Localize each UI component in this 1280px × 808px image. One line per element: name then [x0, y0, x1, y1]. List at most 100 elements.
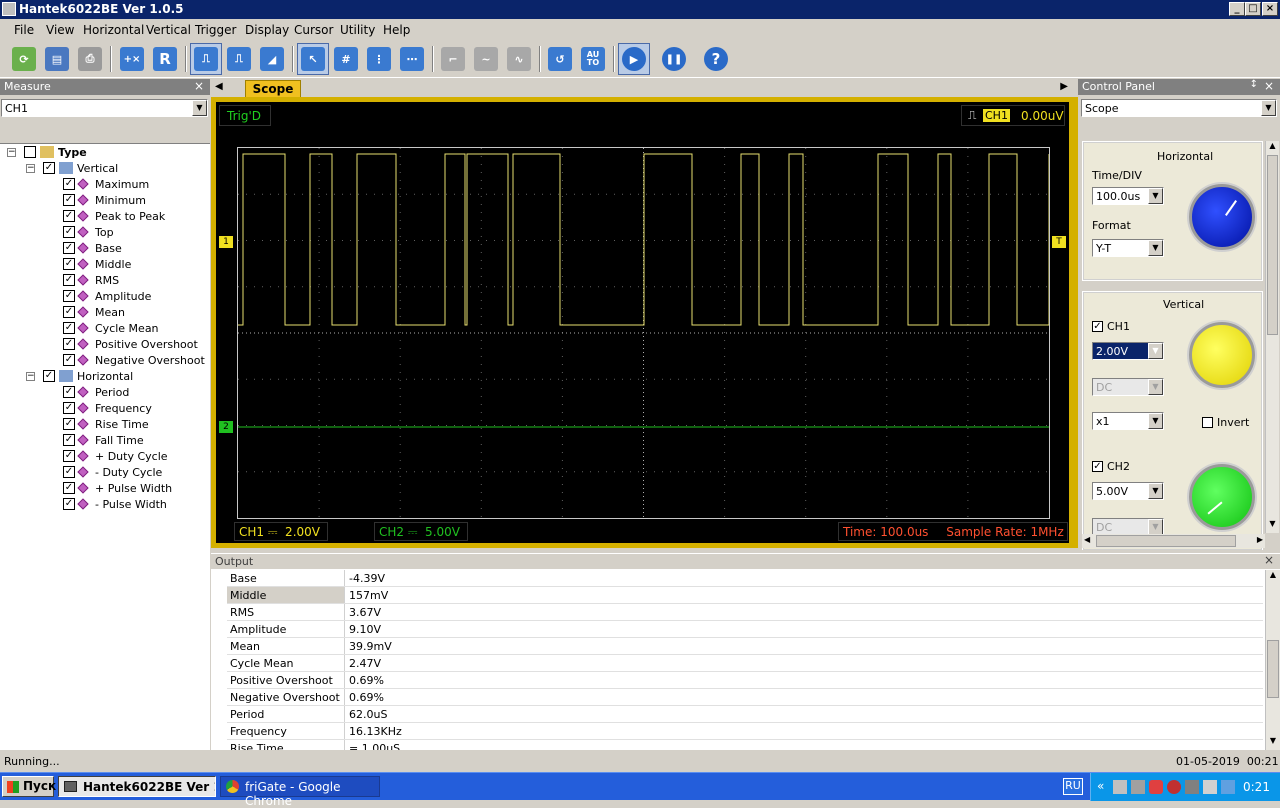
ch1-volt-select[interactable]: 2.00V ▼ [1092, 342, 1164, 360]
vertical-checkbox[interactable]: ✓ [43, 162, 55, 174]
tree-item[interactable]: ✓ Negative Overshoot [63, 352, 205, 368]
chevron-down-icon[interactable]: ▼ [1148, 519, 1163, 535]
volume-icon[interactable] [1131, 780, 1145, 794]
math-button[interactable]: +× [116, 43, 148, 75]
horizontal-cursor-button[interactable]: ⋯ [396, 43, 428, 75]
tree-item-checkbox[interactable]: ✓ [63, 450, 75, 462]
vertical-cursor-button[interactable]: ⋮ [363, 43, 395, 75]
stop-button[interactable]: ❚❚ [658, 43, 690, 75]
tree-item-checkbox[interactable]: ✓ [63, 386, 75, 398]
ch2-volt-knob[interactable] [1189, 464, 1255, 530]
trigger-level-marker[interactable]: T [1052, 236, 1066, 248]
task-hantek[interactable]: Hantek6022BE Ver 1.... [58, 776, 216, 797]
chevron-down-icon[interactable]: ▼ [192, 100, 207, 116]
cross-cursor-button[interactable]: # [330, 43, 362, 75]
control-close-icon[interactable]: × [1264, 79, 1274, 93]
pointer-button[interactable]: ↖ [297, 43, 329, 75]
ramp-button[interactable]: ◢ [256, 43, 288, 75]
tree-item[interactable]: ✓ - Duty Cycle [63, 464, 162, 480]
print-button[interactable]: ⎙ [74, 43, 106, 75]
tree-item-checkbox[interactable]: ✓ [63, 242, 75, 254]
tree-item-checkbox[interactable]: ✓ [63, 434, 75, 446]
sine-button[interactable]: ∿ [503, 43, 535, 75]
tray-app-icon[interactable] [1221, 780, 1235, 794]
tree-item-checkbox[interactable]: ✓ [63, 354, 75, 366]
language-indicator[interactable]: RU [1063, 778, 1083, 795]
chevron-down-icon[interactable]: ▼ [1261, 100, 1276, 116]
control-scrollbar-vertical[interactable]: ▲ ▼ [1265, 141, 1279, 533]
measure-channel-select[interactable]: CH1 ▼ [1, 99, 208, 117]
tree-item[interactable]: ✓ + Pulse Width [63, 480, 172, 496]
chevron-down-icon[interactable]: ▼ [1148, 240, 1163, 256]
auto-button[interactable]: AU TO [577, 43, 609, 75]
output-row[interactable]: Base -4.39V [227, 570, 1263, 587]
run-button[interactable]: ▶ [618, 43, 650, 75]
tree-item-checkbox[interactable]: ✓ [63, 194, 75, 206]
tree-item[interactable]: ✓ + Duty Cycle [63, 448, 168, 464]
tree-item-checkbox[interactable]: ✓ [63, 466, 75, 478]
scroll-down-icon[interactable]: ▼ [1266, 736, 1280, 750]
ch2-marker[interactable]: 2 [219, 421, 233, 433]
scroll-right-icon[interactable]: ▶ [1257, 535, 1263, 544]
output-row[interactable]: Period 62.0uS [227, 706, 1263, 723]
menu-vertical[interactable]: Vertical [146, 23, 191, 37]
tree-item[interactable]: ✓ RMS [63, 272, 119, 288]
output-row[interactable]: Frequency 16.13KHz [227, 723, 1263, 740]
tree-item[interactable]: ✓ Top [63, 224, 114, 240]
save-button[interactable]: ▤ [41, 43, 73, 75]
tree-item[interactable]: ✓ Period [63, 384, 129, 400]
step-button[interactable]: ⌐ [437, 43, 469, 75]
menu-cursor[interactable]: Cursor [294, 23, 333, 37]
scroll-thumb[interactable] [1267, 640, 1279, 698]
output-row[interactable]: RMS 3.67V [227, 604, 1263, 621]
antivirus-icon[interactable] [1167, 780, 1181, 794]
tree-item-checkbox[interactable]: ✓ [63, 482, 75, 494]
menu-trigger[interactable]: Trigger [195, 23, 236, 37]
tree-item-checkbox[interactable]: ✓ [63, 226, 75, 238]
output-row[interactable]: Positive Overshoot 0.69% [227, 672, 1263, 689]
chevron-down-icon[interactable]: ▼ [1148, 188, 1163, 204]
reset-button[interactable]: ↺ [544, 43, 576, 75]
horizontal-checkbox[interactable]: ✓ [43, 370, 55, 382]
usb-icon[interactable] [1185, 780, 1199, 794]
open-button[interactable]: ⟳ [8, 43, 40, 75]
tab-right-arrow-icon[interactable]: ▶ [1060, 81, 1068, 92]
tree-item[interactable]: ✓ Fall Time [63, 432, 144, 448]
menu-horizontal[interactable]: Horizontal [83, 23, 144, 37]
invert-option[interactable]: Invert [1202, 416, 1249, 429]
tree-item-checkbox[interactable]: ✓ [63, 178, 75, 190]
tree-item-checkbox[interactable]: ✓ [63, 306, 75, 318]
menu-display[interactable]: Display [245, 23, 289, 37]
reference-button[interactable]: R [149, 43, 181, 75]
menu-utility[interactable]: Utility [340, 23, 375, 37]
output-scrollbar[interactable]: ▲ ▼ [1265, 570, 1280, 750]
ch1-checkbox[interactable]: ✓ [1092, 321, 1103, 332]
scroll-down-icon[interactable]: ▼ [1266, 519, 1279, 533]
format-select[interactable]: Y-T ▼ [1092, 239, 1164, 257]
chevron-down-icon[interactable]: ▼ [1148, 483, 1163, 499]
wave-button[interactable]: ~ [470, 43, 502, 75]
monitor-icon[interactable] [1203, 780, 1217, 794]
tree-group-vertical[interactable]: − ✓ Vertical [26, 160, 118, 176]
pin-icon[interactable]: ↕ [1250, 79, 1258, 90]
square-wave-button[interactable]: ⎍ [190, 43, 222, 75]
ch1-volt-knob[interactable] [1189, 322, 1255, 388]
tree-item[interactable]: ✓ Cycle Mean [63, 320, 159, 336]
tree-item-checkbox[interactable]: ✓ [63, 322, 75, 334]
output-close-icon[interactable]: × [1264, 553, 1274, 567]
tree-item[interactable]: ✓ Amplitude [63, 288, 151, 304]
chevron-down-icon[interactable]: ▼ [1148, 343, 1163, 359]
tree-group-horizontal[interactable]: − ✓ Horizontal [26, 368, 133, 384]
tree-item[interactable]: ✓ Positive Overshoot [63, 336, 198, 352]
tree-item-checkbox[interactable]: ✓ [63, 418, 75, 430]
output-row[interactable]: Negative Overshoot 0.69% [227, 689, 1263, 706]
scroll-thumb[interactable] [1096, 535, 1236, 547]
ch2-enable[interactable]: ✓ CH2 [1092, 460, 1130, 473]
tree-root[interactable]: − Type [7, 144, 87, 160]
chevron-down-icon[interactable]: ▼ [1148, 379, 1163, 395]
tree-item[interactable]: ✓ - Pulse Width [63, 496, 167, 512]
tree-item[interactable]: ✓ Base [63, 240, 122, 256]
tree-item-checkbox[interactable]: ✓ [63, 290, 75, 302]
output-row[interactable]: Middle 157mV [227, 587, 1263, 604]
timediv-select[interactable]: 100.0us ▼ [1092, 187, 1164, 205]
